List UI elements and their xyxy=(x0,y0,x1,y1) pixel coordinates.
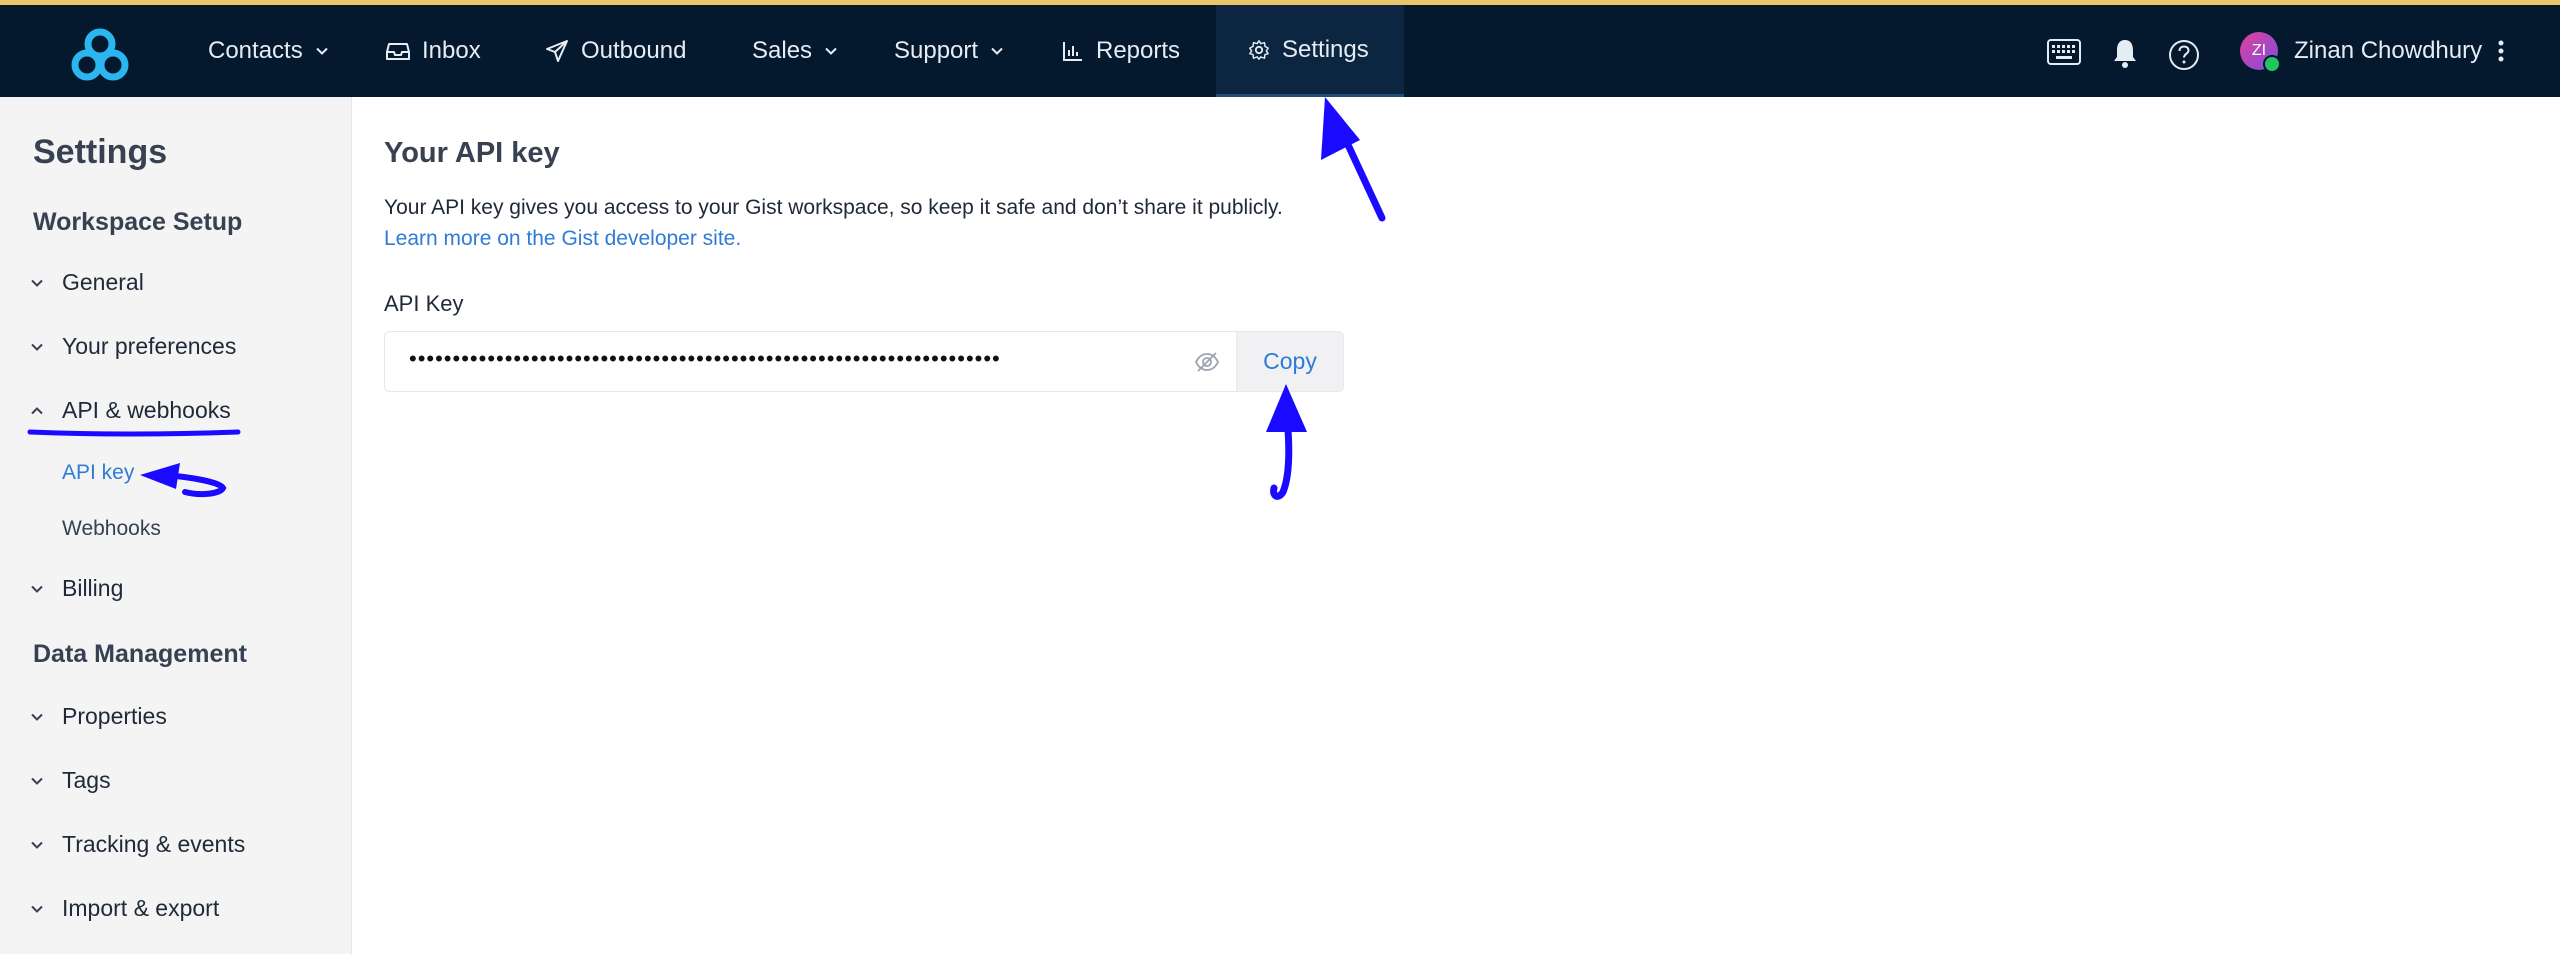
inbox-icon xyxy=(386,43,410,60)
nav-settings[interactable]: Settings xyxy=(1216,5,1404,97)
chevron-down-icon xyxy=(31,585,43,593)
nav-sales[interactable]: Sales xyxy=(752,5,838,97)
eye-off-icon[interactable] xyxy=(1194,349,1220,375)
sidebar-item-label: Tags xyxy=(62,767,111,793)
chevron-down-icon xyxy=(991,47,1003,55)
settings-sidebar: Settings Workspace Setup General Your pr… xyxy=(0,97,352,954)
sidebar-item-import-export[interactable]: Import & export xyxy=(30,895,219,922)
chevron-down-icon xyxy=(31,279,43,287)
chevron-down-icon xyxy=(31,777,43,785)
api-key-field[interactable]: ••••••••••••••••••••••••••••••••••••••••… xyxy=(384,331,1237,392)
nav-inbox-label: Inbox xyxy=(422,37,481,64)
sidebar-item-billing[interactable]: Billing xyxy=(30,575,123,602)
sidebar-item-label: Import & export xyxy=(62,895,220,921)
sidebar-title: Settings xyxy=(33,133,168,171)
sidebar-item-api-webhooks[interactable]: API & webhooks xyxy=(30,397,231,424)
nav-outbound[interactable]: Outbound xyxy=(545,5,686,97)
chevron-down-icon xyxy=(825,47,837,55)
sidebar-item-general[interactable]: General xyxy=(30,269,144,296)
page-description: Your API key gives you access to your Gi… xyxy=(384,196,1283,219)
bell-icon[interactable] xyxy=(2110,37,2140,69)
paper-plane-icon xyxy=(546,40,568,62)
nav-reports-label: Reports xyxy=(1096,37,1181,64)
more-vertical-icon[interactable] xyxy=(2498,39,2504,63)
copy-button[interactable]: Copy xyxy=(1237,331,1344,392)
chevron-up-icon xyxy=(31,406,43,414)
gist-logo-icon[interactable] xyxy=(70,27,130,83)
gear-icon xyxy=(1249,39,1269,60)
annotation-arrow-settings xyxy=(1321,97,1386,222)
nav-settings-label: Settings xyxy=(1282,35,1369,63)
sidebar-item-label: API & webhooks xyxy=(62,397,231,423)
api-key-value: ••••••••••••••••••••••••••••••••••••••••… xyxy=(409,346,1001,371)
nav-support-label: Support xyxy=(894,37,979,64)
chevron-down-icon xyxy=(31,713,43,721)
sidebar-item-label: Billing xyxy=(62,575,124,601)
nav-support[interactable]: Support xyxy=(894,5,1004,97)
section-workspace-setup: Workspace Setup xyxy=(33,208,243,236)
online-status-dot xyxy=(2263,55,2281,73)
api-key-field-label: API Key xyxy=(384,291,464,316)
help-circle-icon[interactable] xyxy=(2168,39,2200,71)
nav-reports[interactable]: Reports xyxy=(1062,5,1180,97)
chevron-down-icon xyxy=(31,343,43,351)
sidebar-item-label: Your preferences xyxy=(62,333,237,359)
bar-chart-icon xyxy=(1063,42,1082,61)
nav-outbound-label: Outbound xyxy=(581,37,687,64)
keyboard-icon[interactable] xyxy=(2047,39,2081,65)
sidebar-item-properties[interactable]: Properties xyxy=(30,703,167,730)
sidebar-subitem-api-key[interactable]: API key xyxy=(62,461,134,485)
nav-sales-label: Sales xyxy=(752,37,813,64)
learn-more-link[interactable]: Learn more on the Gist developer site. xyxy=(384,227,741,251)
nav-contacts[interactable]: Contacts xyxy=(208,5,329,97)
avatar-initials: ZI xyxy=(2251,42,2267,59)
chevron-down-icon xyxy=(31,905,43,913)
sidebar-item-tracking-events[interactable]: Tracking & events xyxy=(30,831,245,858)
top-navigation-bar: Contacts Inbox Outbound Sales Support Re… xyxy=(0,0,2560,97)
sidebar-item-preferences[interactable]: Your preferences xyxy=(30,333,236,360)
nav-contacts-label: Contacts xyxy=(208,37,303,64)
user-menu[interactable]: ZI Zinan Chowdhury xyxy=(2240,5,2504,97)
chevron-down-icon xyxy=(316,47,328,55)
sidebar-item-label: Tracking & events xyxy=(62,831,246,857)
user-name: Zinan Chowdhury xyxy=(2294,37,2483,64)
annotation-arrow-copy xyxy=(1266,384,1307,500)
page-title: Your API key xyxy=(384,137,560,169)
chevron-down-icon xyxy=(31,841,43,849)
sidebar-item-tags[interactable]: Tags xyxy=(30,767,111,794)
sidebar-subitem-webhooks[interactable]: Webhooks xyxy=(62,517,161,541)
sidebar-item-label: General xyxy=(62,269,144,295)
sidebar-item-label: Properties xyxy=(62,703,167,729)
nav-inbox[interactable]: Inbox xyxy=(386,5,481,97)
section-data-management: Data Management xyxy=(33,640,247,668)
avatar: ZI xyxy=(2240,32,2281,73)
